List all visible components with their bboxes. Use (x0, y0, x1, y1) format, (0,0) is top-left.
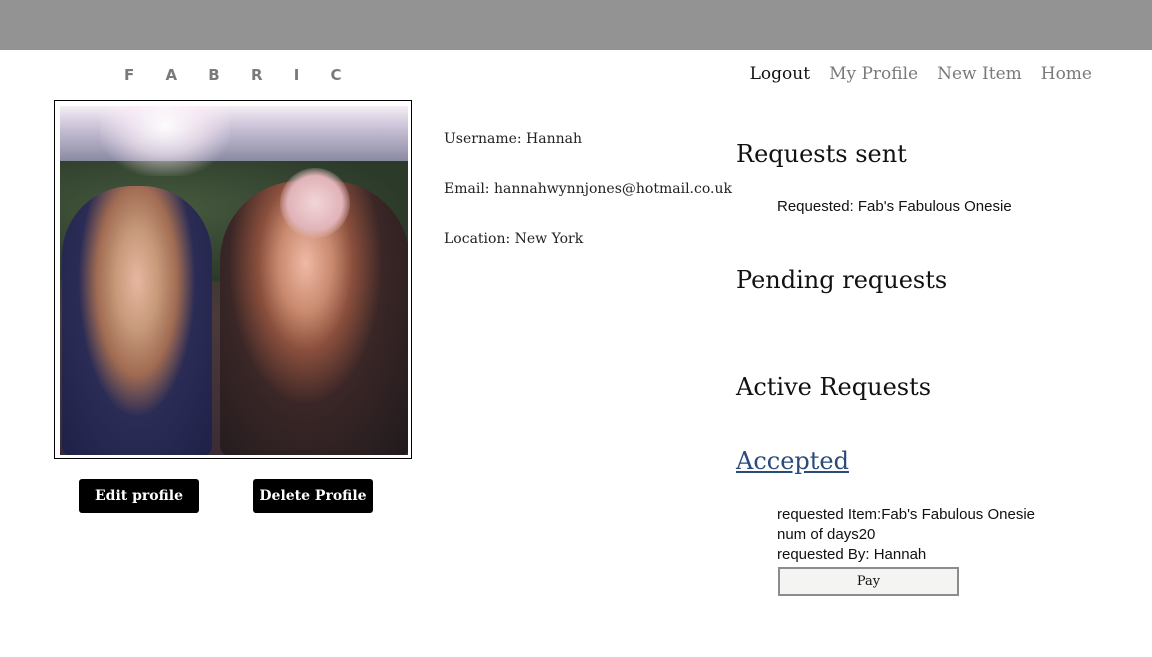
logo[interactable]: F A B R I C (124, 66, 355, 84)
profile-photo (60, 106, 408, 455)
profile-photo-frame (54, 100, 412, 459)
edit-profile-button[interactable]: Edit profile (79, 479, 199, 513)
location-text: Location: New York (444, 231, 584, 247)
accepted-by-text: requested By: Hannah (777, 546, 927, 563)
accepted-days-text: num of days20 (777, 526, 876, 543)
top-bar (0, 0, 1152, 50)
email-text: Email: hannahwynnjones@hotmail.co.uk (444, 181, 732, 197)
nav-logout-link[interactable]: Logout (750, 64, 810, 84)
nav-home-link[interactable]: Home (1041, 64, 1092, 84)
username-text: Username: Hannah (444, 131, 583, 147)
nav-new-item-link[interactable]: New Item (937, 64, 1022, 84)
accepted-item-text: requested Item:Fab's Fabulous Onesie (777, 506, 1036, 523)
delete-profile-button[interactable]: Delete Profile (253, 479, 373, 513)
pending-requests-heading: Pending requests (736, 266, 948, 294)
main-nav: Logout My Profile New Item Home (750, 64, 1092, 84)
sent-request-item: Requested: Fab's Fabulous Onesie (777, 198, 1012, 215)
requests-sent-heading: Requests sent (736, 140, 907, 168)
photo-sun-glow (100, 106, 230, 176)
active-requests-heading: Active Requests (736, 373, 932, 401)
pay-button[interactable]: Pay (778, 567, 959, 596)
accepted-link[interactable]: Accepted (736, 447, 849, 475)
photo-person-left (62, 186, 212, 455)
nav-my-profile-link[interactable]: My Profile (829, 64, 918, 84)
photo-fascinator-hat (280, 168, 350, 238)
